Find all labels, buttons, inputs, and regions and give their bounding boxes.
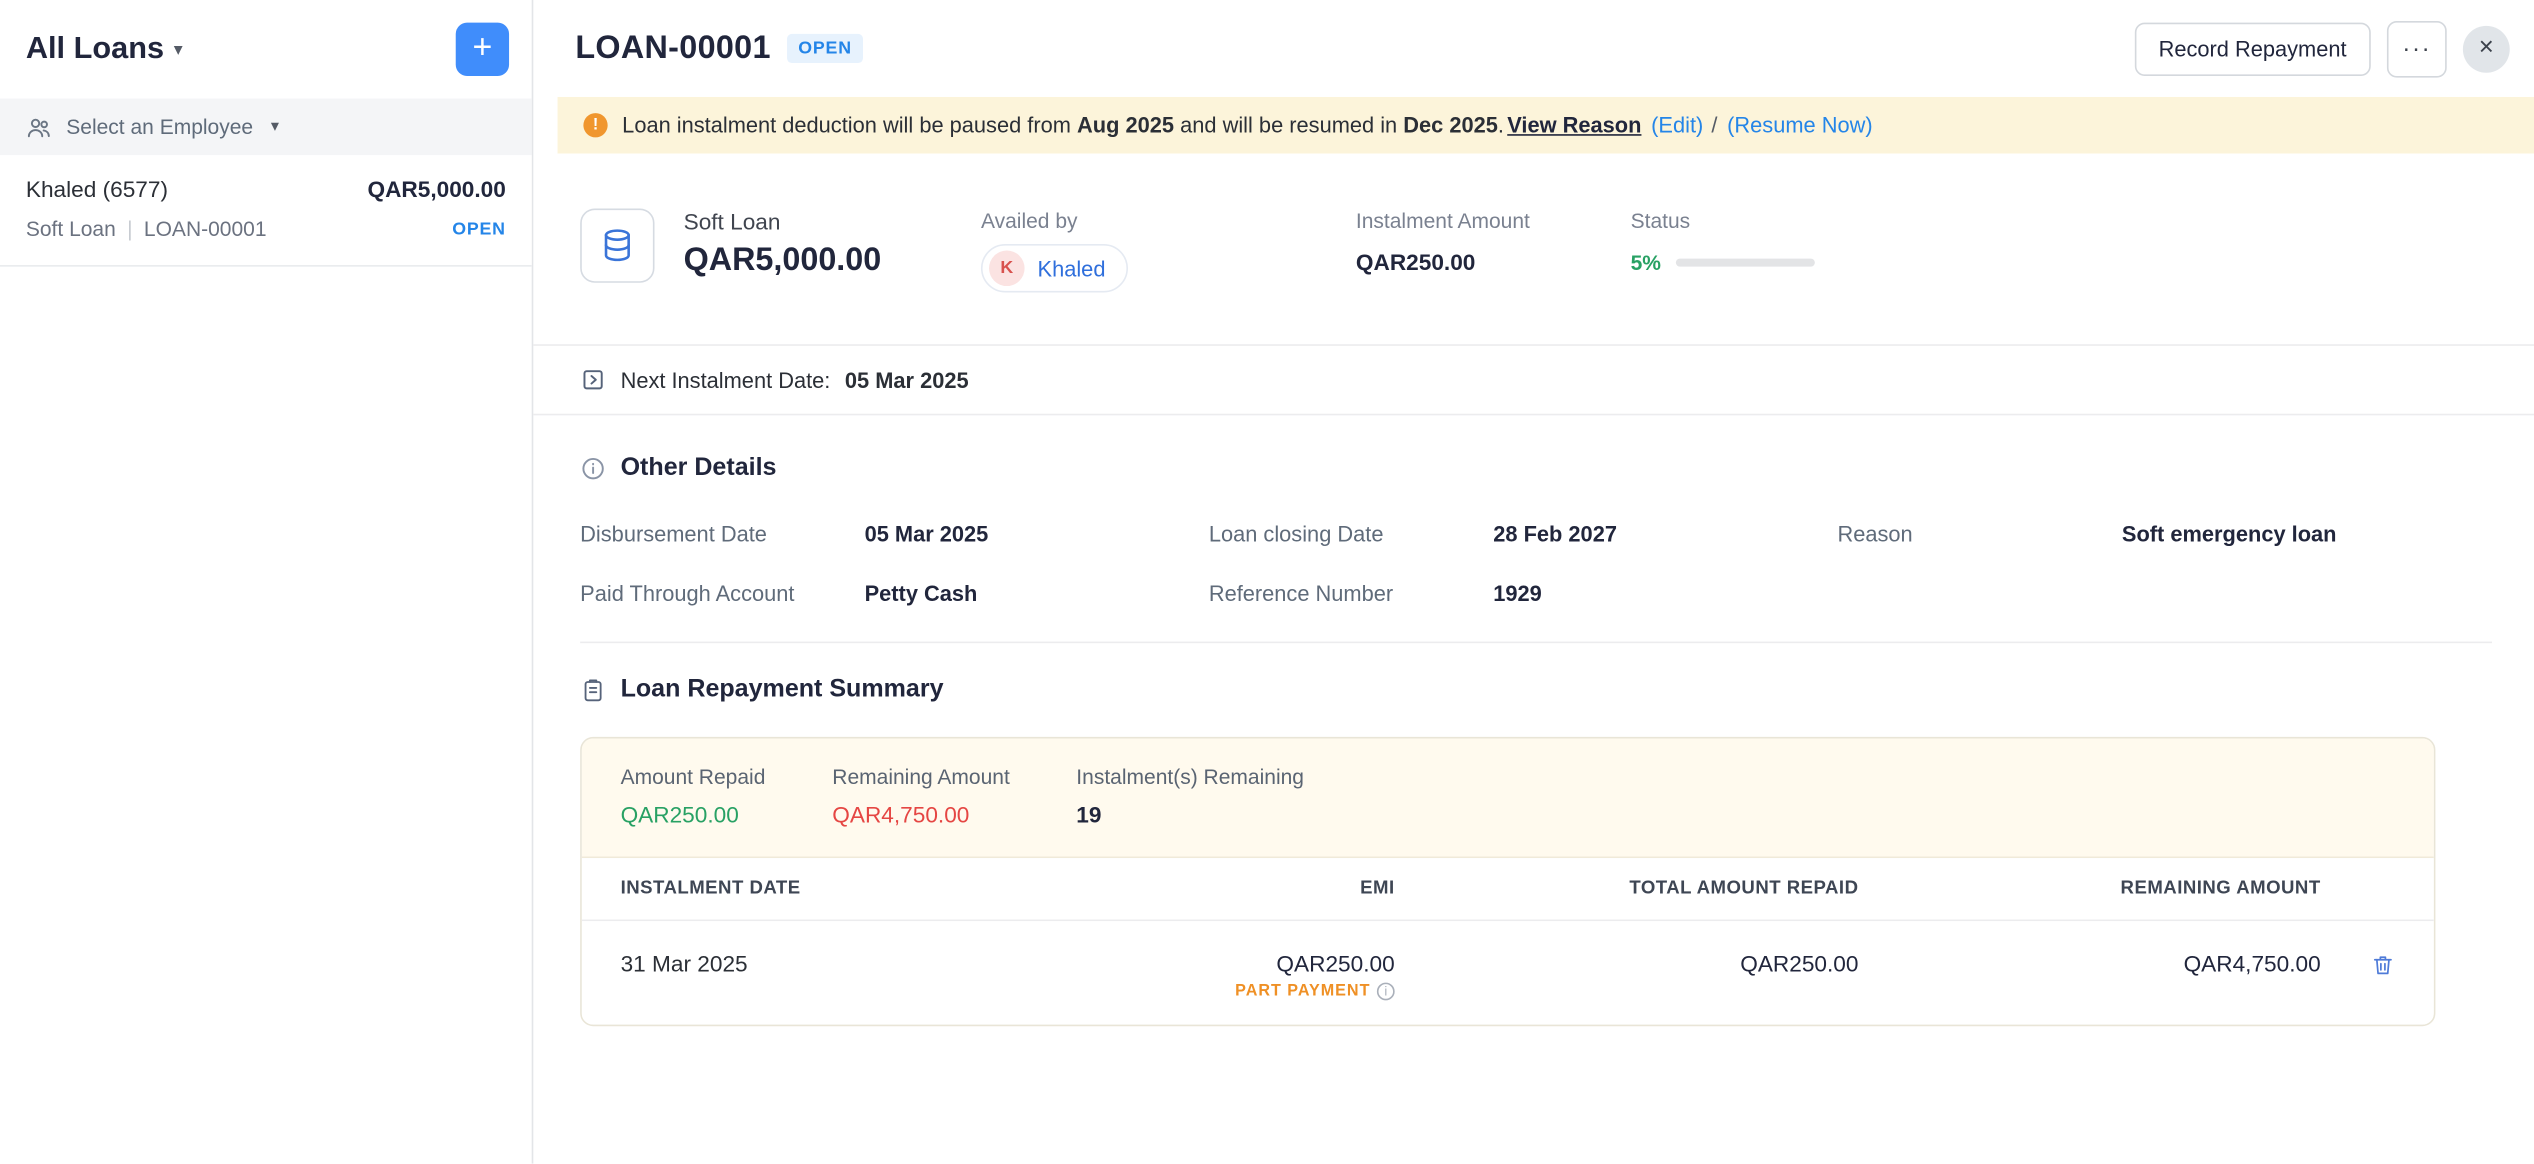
col-remaining-amount: REMAINING AMOUNT bbox=[1858, 879, 2320, 898]
reason-label: Reason bbox=[1837, 522, 2121, 546]
loan-list-item[interactable]: Khaled (6577) QAR5,000.00 Soft Loan | LO… bbox=[0, 155, 532, 267]
more-options-button[interactable]: ··· bbox=[2387, 20, 2447, 77]
repayment-summary-section: Loan Repayment Summary Amount Repaid QAR… bbox=[533, 643, 2534, 1026]
view-reason-link[interactable]: View Reason bbox=[1507, 113, 1641, 137]
loans-filter-dropdown[interactable]: All Loans ▾ bbox=[26, 32, 183, 68]
loans-filter-label: All Loans bbox=[26, 32, 164, 68]
other-details-grid: Disbursement Date 05 Mar 2025 Loan closi… bbox=[580, 522, 2492, 606]
part-payment-tag: PART PAYMENT bbox=[1235, 983, 1370, 1001]
loan-type-label: Soft Loan bbox=[684, 208, 981, 234]
notice-pause-month: Aug 2025 bbox=[1077, 113, 1174, 137]
reference-number-label: Reference Number bbox=[1209, 582, 1493, 606]
warning-icon: ! bbox=[583, 113, 607, 137]
loan-detail-panel: LOAN-00001 OPEN Record Repayment ··· × !… bbox=[533, 0, 2534, 1164]
next-instalment-label: Next Instalment Date: bbox=[621, 368, 831, 392]
loan-amount: QAR5,000.00 bbox=[684, 242, 981, 279]
col-emi: EMI bbox=[976, 879, 1395, 898]
amount-repaid-label: Amount Repaid bbox=[621, 764, 800, 788]
pause-notice-banner: ! Loan instalment deduction will be paus… bbox=[558, 97, 2534, 154]
employee-chip[interactable]: K Khaled bbox=[981, 244, 1128, 292]
header-actions: Record Repayment ··· × bbox=[2134, 20, 2509, 77]
calendar-next-icon bbox=[580, 367, 606, 393]
notice-text-2: and will be resumed in bbox=[1180, 113, 1397, 137]
status-badge: OPEN bbox=[787, 34, 863, 63]
record-repayment-button[interactable]: Record Repayment bbox=[2134, 22, 2370, 75]
repayment-summary-heading: Loan Repayment Summary bbox=[621, 676, 944, 705]
loan-type-column: Soft Loan QAR5,000.00 bbox=[684, 208, 981, 279]
instalment-amount-column: Instalment Amount QAR250.00 bbox=[1356, 208, 1631, 274]
part-payment-info-icon[interactable]: i bbox=[1377, 983, 1395, 1001]
loan-item-amount: QAR5,000.00 bbox=[367, 176, 505, 202]
repayment-card: Amount Repaid QAR250.00 Remaining Amount… bbox=[580, 737, 2435, 1026]
disbursement-date-label: Disbursement Date bbox=[580, 522, 864, 546]
delete-repayment-button[interactable] bbox=[2371, 945, 2395, 977]
paid-through-value: Petty Cash bbox=[865, 582, 978, 606]
separator: | bbox=[127, 217, 132, 241]
loan-item-employee: Khaled (6577) bbox=[26, 176, 168, 202]
status-column: Status 5% bbox=[1631, 208, 2492, 274]
edit-pause-link[interactable]: (Edit) bbox=[1651, 113, 1703, 137]
row-remaining: QAR4,750.00 bbox=[1858, 945, 2320, 976]
availed-by-column: Availed by K Khaled bbox=[981, 208, 1356, 292]
repayment-totals: Amount Repaid QAR250.00 Remaining Amount… bbox=[582, 739, 2434, 859]
employee-filter-dropdown[interactable]: Select an Employee ▾ bbox=[0, 99, 532, 156]
remaining-amount-value: QAR4,750.00 bbox=[832, 802, 1044, 828]
loan-item-subtitle: Soft Loan | LOAN-00001 bbox=[26, 217, 267, 241]
loan-closing-date-value: 28 Feb 2027 bbox=[1493, 522, 1617, 546]
info-icon bbox=[580, 456, 606, 482]
sidebar-header: All Loans ▾ + bbox=[0, 0, 532, 99]
paid-through-label: Paid Through Account bbox=[580, 582, 864, 606]
row-emi: QAR250.00 bbox=[976, 945, 1395, 976]
separator: / bbox=[1711, 113, 1717, 137]
next-instalment-row: Next Instalment Date: 05 Mar 2025 bbox=[533, 346, 2534, 415]
col-instalment-date: INSTALMENT DATE bbox=[621, 879, 977, 898]
availed-by-label: Availed by bbox=[981, 208, 1356, 232]
status-label: Status bbox=[1631, 208, 2492, 232]
other-details-heading: Other Details bbox=[621, 454, 777, 483]
resume-now-link[interactable]: (Resume Now) bbox=[1727, 113, 1872, 137]
repayment-table-header: INSTALMENT DATE EMI TOTAL AMOUNT REPAID … bbox=[582, 858, 2434, 921]
notice-text-1: Loan instalment deduction will be paused… bbox=[622, 113, 1071, 137]
status-percent: 5% bbox=[1631, 250, 1661, 274]
chevron-down-icon: ▾ bbox=[271, 118, 279, 136]
instalments-remaining-label: Instalment(s) Remaining bbox=[1076, 764, 1304, 788]
employees-icon bbox=[26, 114, 52, 140]
loan-item-type: Soft Loan bbox=[26, 217, 116, 241]
employee-filter-label: Select an Employee bbox=[66, 115, 253, 139]
avatar: K bbox=[989, 250, 1025, 286]
chevron-down-icon: ▾ bbox=[174, 39, 183, 60]
progress-bar bbox=[1676, 259, 1815, 267]
reason-value: Soft emergency loan bbox=[2122, 522, 2337, 546]
loan-closing-date-label: Loan closing Date bbox=[1209, 522, 1493, 546]
amount-repaid-value: QAR250.00 bbox=[621, 802, 800, 828]
col-total-amount-repaid: TOTAL AMOUNT REPAID bbox=[1395, 879, 1859, 898]
add-loan-button[interactable]: + bbox=[456, 23, 509, 76]
loans-sidebar: All Loans ▾ + Select an Employee ▾ Khale… bbox=[0, 0, 533, 1164]
row-instalment-date: 31 Mar 2025 bbox=[621, 945, 977, 976]
other-details-section: Other Details Disbursement Date 05 Mar 2… bbox=[533, 415, 2534, 643]
row-total-repaid: QAR250.00 bbox=[1395, 945, 1859, 976]
close-button[interactable]: × bbox=[2463, 25, 2510, 72]
instalment-amount-label: Instalment Amount bbox=[1356, 208, 1631, 232]
loan-type-icon-box bbox=[580, 208, 654, 282]
app-window: All Loans ▾ + Select an Employee ▾ Khale… bbox=[0, 0, 2534, 1164]
notice-period: . bbox=[1498, 113, 1504, 137]
reference-number-value: 1929 bbox=[1493, 582, 1542, 606]
table-row: 31 Mar 2025 QAR250.00 PART PAYMENT i QAR… bbox=[582, 921, 2434, 1024]
notice-resume-month: Dec 2025 bbox=[1403, 113, 1498, 137]
loan-overview: Soft Loan QAR5,000.00 Availed by K Khale… bbox=[533, 154, 2534, 293]
remaining-amount-label: Remaining Amount bbox=[832, 764, 1044, 788]
clipboard-icon bbox=[580, 677, 606, 703]
loan-item-id: LOAN-00001 bbox=[144, 217, 267, 241]
employee-name-link: Khaled bbox=[1038, 256, 1106, 280]
next-instalment-date: 05 Mar 2025 bbox=[845, 368, 969, 392]
detail-header: LOAN-00001 OPEN Record Repayment ··· × bbox=[533, 0, 2534, 97]
page-title: LOAN-00001 bbox=[575, 30, 770, 67]
coins-icon bbox=[598, 226, 637, 265]
instalment-amount-value: QAR250.00 bbox=[1356, 249, 1631, 275]
disbursement-date-value: 05 Mar 2025 bbox=[865, 522, 989, 546]
loan-item-status: OPEN bbox=[452, 219, 506, 238]
instalments-remaining-value: 19 bbox=[1076, 802, 1304, 828]
